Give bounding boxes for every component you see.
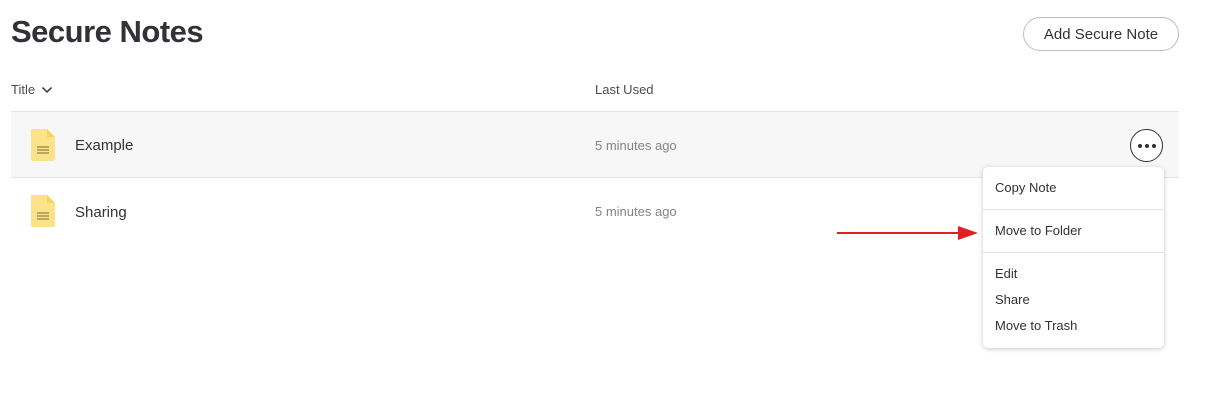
note-icon: [31, 129, 55, 161]
more-dot: [1151, 143, 1156, 148]
menu-item-edit[interactable]: Edit: [995, 266, 1017, 281]
column-header-title[interactable]: Title: [11, 82, 53, 97]
column-header-last-used-label: Last Used: [595, 82, 654, 97]
add-secure-note-button[interactable]: Add Secure Note: [1023, 17, 1179, 51]
more-dot: [1137, 143, 1142, 148]
chevron-down-icon: [42, 86, 53, 93]
column-header-title-label: Title: [11, 82, 36, 97]
menu-item-move-to-trash[interactable]: Move to Trash: [995, 318, 1077, 333]
note-last-used: 5 minutes ago: [595, 204, 677, 219]
note-title[interactable]: Example: [75, 137, 133, 154]
page-title: Secure Notes: [11, 14, 204, 49]
menu-item-move-to-folder[interactable]: Move to Folder: [995, 223, 1082, 238]
annotation-arrow-icon: [837, 226, 978, 240]
menu-divider: [983, 209, 1164, 210]
menu-divider: [983, 252, 1164, 253]
column-header-last-used[interactable]: Last Used: [595, 82, 654, 97]
menu-item-copy-note[interactable]: Copy Note: [995, 180, 1056, 195]
note-title[interactable]: Sharing: [75, 204, 127, 221]
menu-item-share[interactable]: Share: [995, 292, 1030, 307]
note-last-used: 5 minutes ago: [595, 138, 677, 153]
note-icon: [31, 195, 55, 227]
more-options-button[interactable]: [1130, 129, 1163, 162]
more-dot: [1144, 143, 1149, 148]
note-context-menu: Copy Note Move to Folder Edit Share Move…: [983, 167, 1164, 348]
